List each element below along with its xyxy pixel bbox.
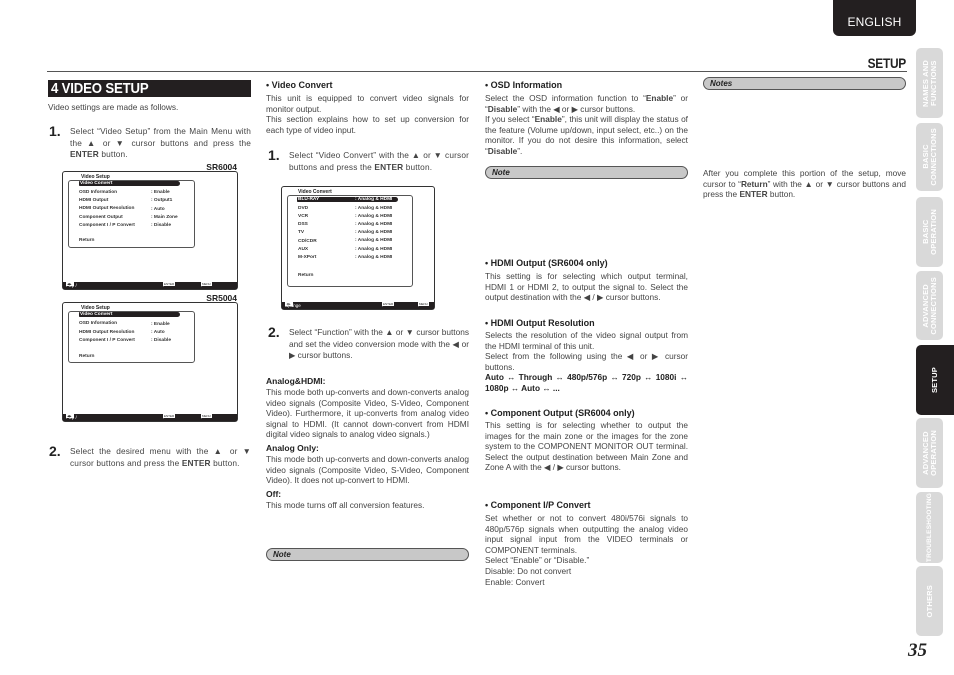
menu-item-value: : Output1: [151, 198, 173, 203]
step-2-text: Select the desired menu with the ▲ or ▼ …: [70, 446, 251, 468]
mode-name: Analog Only:: [266, 442, 319, 453]
component-ip-text: Set whether or not to convert 480i/576i …: [485, 513, 688, 587]
enter-key-icon: ENTER: [382, 302, 395, 306]
step-number: 1.: [268, 147, 280, 163]
step-1-text: Select “Video Setup” from the Main Menu …: [70, 126, 251, 160]
chapter-heading: SETUP: [867, 55, 907, 71]
component-output-heading: • Component Output (SR6004 only): [485, 408, 635, 418]
component-output-text: This setting is for selecting whether to…: [485, 420, 688, 473]
screen-footer: ▲▼ : Up / Down ◀▶ : ENTER: Select MENU: …: [63, 414, 237, 427]
menu-item-label[interactable]: HDMI Output Resolution: [79, 206, 134, 211]
hdmi-output-text: This setting is for selecting which outp…: [485, 271, 688, 303]
menu-item-label[interactable]: DVD: [298, 206, 308, 211]
menu-item-value: : Analog & HDMI: [355, 255, 393, 260]
mode-desc: This mode both up-converts and down-conv…: [266, 387, 469, 440]
component-ip-heading: • Component I/P Convert: [485, 500, 591, 510]
note-bar: Note: [266, 548, 469, 561]
menu-item-label[interactable]: HDMI Output: [79, 198, 108, 203]
leftright-key-icon: ◀▶: [66, 414, 73, 418]
leftright-key-icon: ◀▶: [66, 282, 73, 286]
menu-item-value: : Analog & HDMI: [355, 238, 393, 243]
screen-footer: ▲▼ Up / Down ◀▶ Change ENTER: MENU: Exit: [282, 302, 434, 315]
language-tab[interactable]: ENGLISH: [833, 0, 916, 36]
return-instructions: After you complete this portion of the s…: [703, 168, 906, 200]
hdmi-resolution-heading: • HDMI Output Resolution: [485, 318, 595, 328]
step-number: 1.: [49, 123, 61, 139]
step-2-text: Select “Function” with the ▲ or ▼ cursor…: [289, 327, 469, 361]
menu-item-value: : Disable: [151, 223, 171, 228]
osd-screen-video-convert: Video Convert BLU-RAY: Analog & HDMI DVD…: [281, 186, 435, 315]
menu-item-label[interactable]: VCR: [298, 214, 308, 219]
side-tab-advanced-operation[interactable]: ADVANCED OPERATION: [916, 418, 943, 488]
side-tab-others[interactable]: OTHERS: [916, 566, 943, 636]
menu-item-selected[interactable]: Video Convert: [79, 312, 180, 317]
side-tab-setup[interactable]: SETUP: [916, 345, 954, 415]
hdmi-output-heading: • HDMI Output (SR6004 only): [485, 258, 608, 268]
section-intro: Video settings are made as follows.: [48, 102, 179, 112]
mode-desc: This mode both up-converts and down-conv…: [266, 453, 469, 486]
side-tab-basic-connections[interactable]: BASIC CONNECTIONS: [916, 123, 943, 191]
menu-item-label[interactable]: DSS: [298, 222, 308, 227]
menu-item-selected[interactable]: BLU-RAY: Analog & HDMI: [297, 197, 398, 202]
menu-item-label[interactable]: AUX: [298, 247, 308, 252]
menu-item-value: : Analog & HDMI: [355, 222, 393, 227]
menu-item-value: : Enable: [151, 322, 170, 327]
section-title: 4 VIDEO SETUP: [48, 80, 251, 97]
hdmi-resolution-text: Selects the resolution of the video sign…: [485, 330, 688, 393]
menu-item-value: : Analog & HDMI: [355, 247, 393, 252]
menu-item-label[interactable]: OSD Information: [79, 190, 117, 195]
step-1-text: Select “Video Convert” with the ▲ or ▼ c…: [289, 150, 469, 172]
language-label: ENGLISH: [847, 15, 902, 29]
menu-item-label[interactable]: Component I / P Convert: [79, 223, 135, 228]
menu-item-value: : Disable: [151, 338, 171, 343]
osd-screen-sr5004: Video Setup Video Convert OSD Informatio…: [62, 302, 238, 427]
video-convert-heading: • Video Convert: [266, 80, 333, 90]
osd-information-heading: • OSD Information: [485, 80, 563, 90]
menu-item-return[interactable]: Return: [79, 354, 94, 359]
side-tab-troubleshooting[interactable]: TROUBLESHOOTING: [916, 492, 943, 563]
menu-item-label[interactable]: Component Output: [79, 215, 123, 220]
side-tab-names-and-functions[interactable]: NAMES AND FUNCTIONS: [916, 48, 943, 118]
note-bar: Note: [485, 166, 688, 179]
mode-name: Analog&HDMI:: [266, 376, 326, 386]
side-tab-basic-operation[interactable]: BASIC OPERATION: [916, 197, 943, 267]
menu-item-label[interactable]: HDMI Output Resolution: [79, 330, 134, 335]
menu-item-selected[interactable]: Video Convert: [79, 181, 180, 186]
menu-item-return[interactable]: Return: [79, 238, 94, 243]
menu-item-label[interactable]: Component I / P Convert: [79, 338, 135, 343]
menu-item-value: : Auto: [151, 207, 165, 212]
menu-item-label[interactable]: OSD Information: [79, 321, 117, 326]
menu-item-value: : Enable: [151, 190, 170, 195]
conversion-modes: Analog&HDMI: This mode both up-converts …: [266, 376, 469, 510]
menu-item-label[interactable]: TV: [298, 230, 304, 235]
menu-item-value: : Analog & HDMI: [355, 214, 393, 219]
menu-item-value: : Analog & HDMI: [355, 230, 393, 235]
notes-bar: Notes: [703, 77, 906, 90]
menu-item-value: : Analog & HDMI: [355, 206, 393, 211]
osd-information-text: Select the OSD information function to “…: [485, 93, 688, 156]
menu-item-label[interactable]: CD/CDR: [298, 239, 317, 244]
menu-item-label[interactable]: M-XPort: [298, 255, 316, 260]
step-number: 2.: [268, 324, 280, 340]
resolution-sequence: Auto ↔ Through ↔ 480p/576p ↔ 720p ↔ 1080…: [485, 372, 688, 393]
header-divider: [47, 71, 907, 72]
menu-item-value: : Main Zone: [151, 215, 178, 220]
video-convert-intro: This unit is equipped to convert video s…: [266, 93, 469, 135]
page-number: 35: [908, 640, 927, 661]
osd-screen-sr6004: Video Setup Video Convert OSD Informatio…: [62, 171, 238, 295]
menu-item-return[interactable]: Return: [298, 273, 313, 278]
mode-desc: This mode turns off all conversion featu…: [266, 499, 425, 510]
mode-name: Off:: [266, 488, 282, 499]
menu-item-value: : Auto: [151, 330, 165, 335]
side-tab-advanced-connections[interactable]: ADVANCED CONNECTIONS: [916, 271, 943, 340]
step-number: 2.: [49, 443, 61, 459]
screen-footer: ▲▼ : Up / Down ◀▶ : ENTER: Select MENU: …: [63, 282, 237, 295]
